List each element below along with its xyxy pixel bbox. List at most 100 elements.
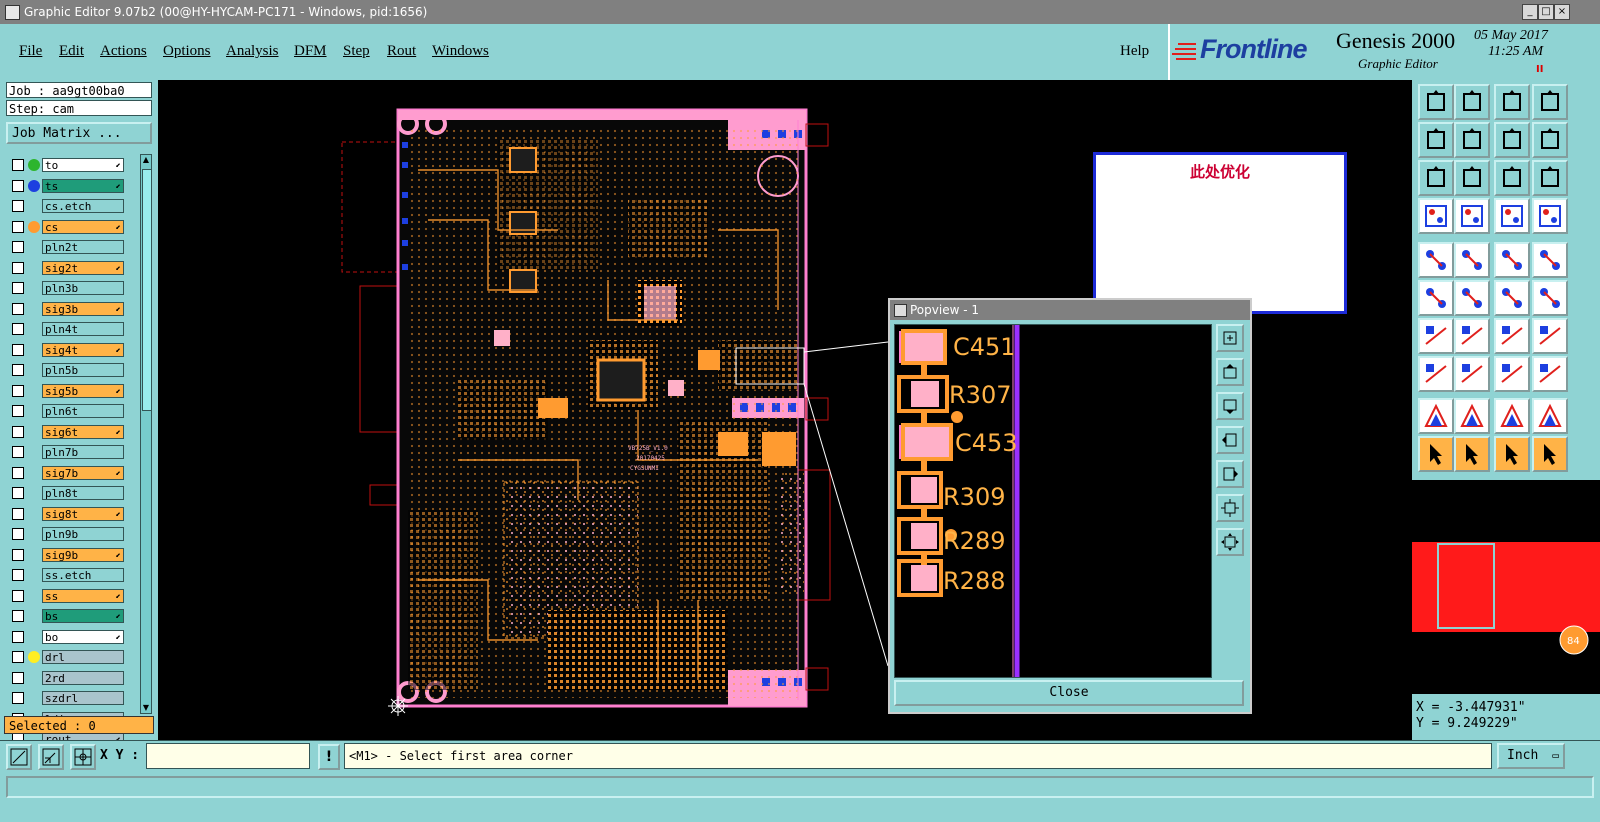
scale-1-2-button[interactable] [1494, 160, 1530, 196]
grid-toggle-button[interactable] [1454, 198, 1490, 234]
layer-checkbox[interactable] [12, 343, 24, 356]
close-window-button[interactable]: × [1554, 4, 1570, 20]
menu-analysis[interactable]: Analysis [226, 43, 279, 60]
scroll-up-icon[interactable]: ▲ [142, 155, 150, 165]
layer-checkbox[interactable] [12, 241, 24, 253]
layer-row[interactable]: pln9b [8, 527, 128, 542]
menu-dfm[interactable]: DFM [294, 43, 327, 60]
layer-name[interactable]: pln6t [42, 404, 124, 418]
fit-button[interactable] [1418, 160, 1454, 196]
job-matrix-button[interactable]: Job Matrix ... [6, 122, 152, 144]
layer-checkbox[interactable] [12, 651, 24, 663]
menu-step[interactable]: Step [343, 43, 370, 60]
layer-name[interactable]: ss.etch [42, 568, 124, 582]
layer-name[interactable]: pln3b [42, 281, 124, 295]
triangle-edit-button[interactable] [1454, 398, 1490, 434]
cut-line-button[interactable] [1454, 318, 1490, 354]
popview-fit-button[interactable] [1216, 494, 1244, 522]
layer-row[interactable]: drl [8, 650, 128, 665]
layer-name[interactable]: pln7b [42, 445, 124, 459]
layer-name[interactable]: pln4t [42, 322, 124, 336]
layer-name[interactable]: bo ⬋ [42, 629, 124, 644]
mirror-button[interactable] [1532, 318, 1568, 354]
scroll-thumb[interactable] [142, 169, 152, 411]
layer-name[interactable]: sig8t ⬋ [42, 506, 124, 521]
move-pad-button[interactable] [1532, 280, 1568, 316]
layer-row[interactable]: pln4t [8, 322, 128, 337]
overview-map[interactable]: 84 [1412, 480, 1600, 694]
popview-title-bar[interactable]: Popview - 1 [890, 300, 1250, 320]
layer-row[interactable]: bs ⬋ [8, 609, 128, 624]
menu-file[interactable]: File [19, 43, 42, 60]
layer-checkbox[interactable] [12, 179, 24, 192]
layer-checkbox[interactable] [12, 220, 24, 233]
popview-pan-up-button[interactable] [1216, 358, 1244, 386]
layer-row[interactable]: sig7b ⬋ [8, 465, 128, 481]
snap-button[interactable] [6, 744, 32, 770]
popview-window[interactable]: Popview - 1 C451 R307 C453 R309 R289 R28… [888, 298, 1252, 714]
popview-close-button[interactable]: Close [894, 680, 1244, 706]
popview-zoom-out-button[interactable] [1216, 528, 1244, 556]
layer-name[interactable]: pln9b [42, 527, 124, 541]
layer-checkbox[interactable] [12, 425, 24, 438]
zoom-window-button[interactable] [1532, 84, 1568, 120]
layer-row[interactable]: sig9b ⬋ [8, 547, 128, 563]
measure-button[interactable] [38, 744, 64, 770]
layer-row[interactable]: sig3b ⬋ [8, 301, 128, 317]
menu-edit[interactable]: Edit [59, 43, 84, 60]
layer-checkbox[interactable] [12, 528, 24, 540]
layer-row[interactable]: pln7b [8, 445, 128, 460]
pad-select-button[interactable] [1418, 356, 1454, 392]
layer-name[interactable]: szdrl [42, 691, 124, 705]
menu-actions[interactable]: Actions [100, 43, 147, 60]
menu-windows[interactable]: Windows [432, 43, 489, 60]
layer-checkbox[interactable] [12, 507, 24, 520]
layer-row[interactable]: 2rd [8, 670, 128, 686]
pointer-area-button[interactable] [1494, 436, 1530, 472]
layer-checkbox[interactable] [12, 569, 24, 581]
layer-name[interactable]: sig3b ⬋ [42, 301, 124, 316]
snap-center-button[interactable] [1418, 242, 1454, 278]
layer-row[interactable]: to ⬋ [8, 158, 128, 173]
pointer-select-button[interactable] [1454, 436, 1490, 472]
xy-input[interactable] [146, 743, 310, 769]
measure-button[interactable] [1454, 242, 1490, 278]
layer-toggle-button[interactable] [1494, 198, 1530, 234]
pan-right-button[interactable] [1454, 122, 1490, 158]
layer-row[interactable]: pln2t [8, 240, 128, 255]
layer-row[interactable]: ss ⬋ [8, 588, 128, 604]
triangle-tool-button[interactable] [1418, 398, 1454, 434]
menu-help[interactable]: Help [1120, 43, 1149, 60]
layer-name[interactable]: sig6t ⬋ [42, 424, 124, 439]
layer-row[interactable]: ts ⬋ [8, 178, 128, 194]
layer-select-button[interactable] [1532, 198, 1568, 234]
layer-checkbox[interactable] [12, 589, 24, 602]
add-pad-button[interactable] [1494, 280, 1530, 316]
center-button[interactable] [1454, 160, 1490, 196]
ruler-button[interactable] [1494, 242, 1530, 278]
layer-name[interactable]: sig7b ⬋ [42, 465, 124, 480]
popview-pan-down-button[interactable] [1216, 392, 1244, 420]
layer-row[interactable]: ss.etch [8, 568, 128, 583]
layer-row[interactable]: cs ⬋ [8, 219, 128, 235]
layer-name[interactable]: pln5b [42, 363, 124, 377]
scroll-down-icon[interactable]: ▼ [142, 703, 150, 713]
zoom-home-button[interactable] [1532, 160, 1568, 196]
layer-name[interactable]: cs ⬋ [42, 219, 124, 234]
layer-row[interactable]: sig6t ⬋ [8, 424, 128, 440]
hand-tool-button[interactable] [1418, 198, 1454, 234]
layer-row[interactable]: pln6t [8, 404, 128, 419]
net-tool-button[interactable] [1532, 242, 1568, 278]
layer-checkbox[interactable] [12, 405, 24, 417]
layer-name[interactable]: drl [42, 650, 124, 664]
home-button[interactable] [1494, 84, 1530, 120]
popview-zoom-canvas[interactable]: C451 R307 C453 R309 R289 R288 [894, 324, 1212, 678]
layer-name[interactable]: ss ⬋ [42, 588, 124, 603]
pointer-button[interactable] [1418, 436, 1454, 472]
layer-row[interactable]: pln5b [8, 363, 128, 378]
previous-view-button[interactable] [1494, 122, 1530, 158]
layer-checkbox[interactable] [12, 323, 24, 335]
layer-row[interactable]: sig4t ⬋ [8, 342, 128, 358]
popview-pan-left-button[interactable] [1216, 426, 1244, 454]
layer-row[interactable]: sig5b ⬋ [8, 383, 128, 399]
